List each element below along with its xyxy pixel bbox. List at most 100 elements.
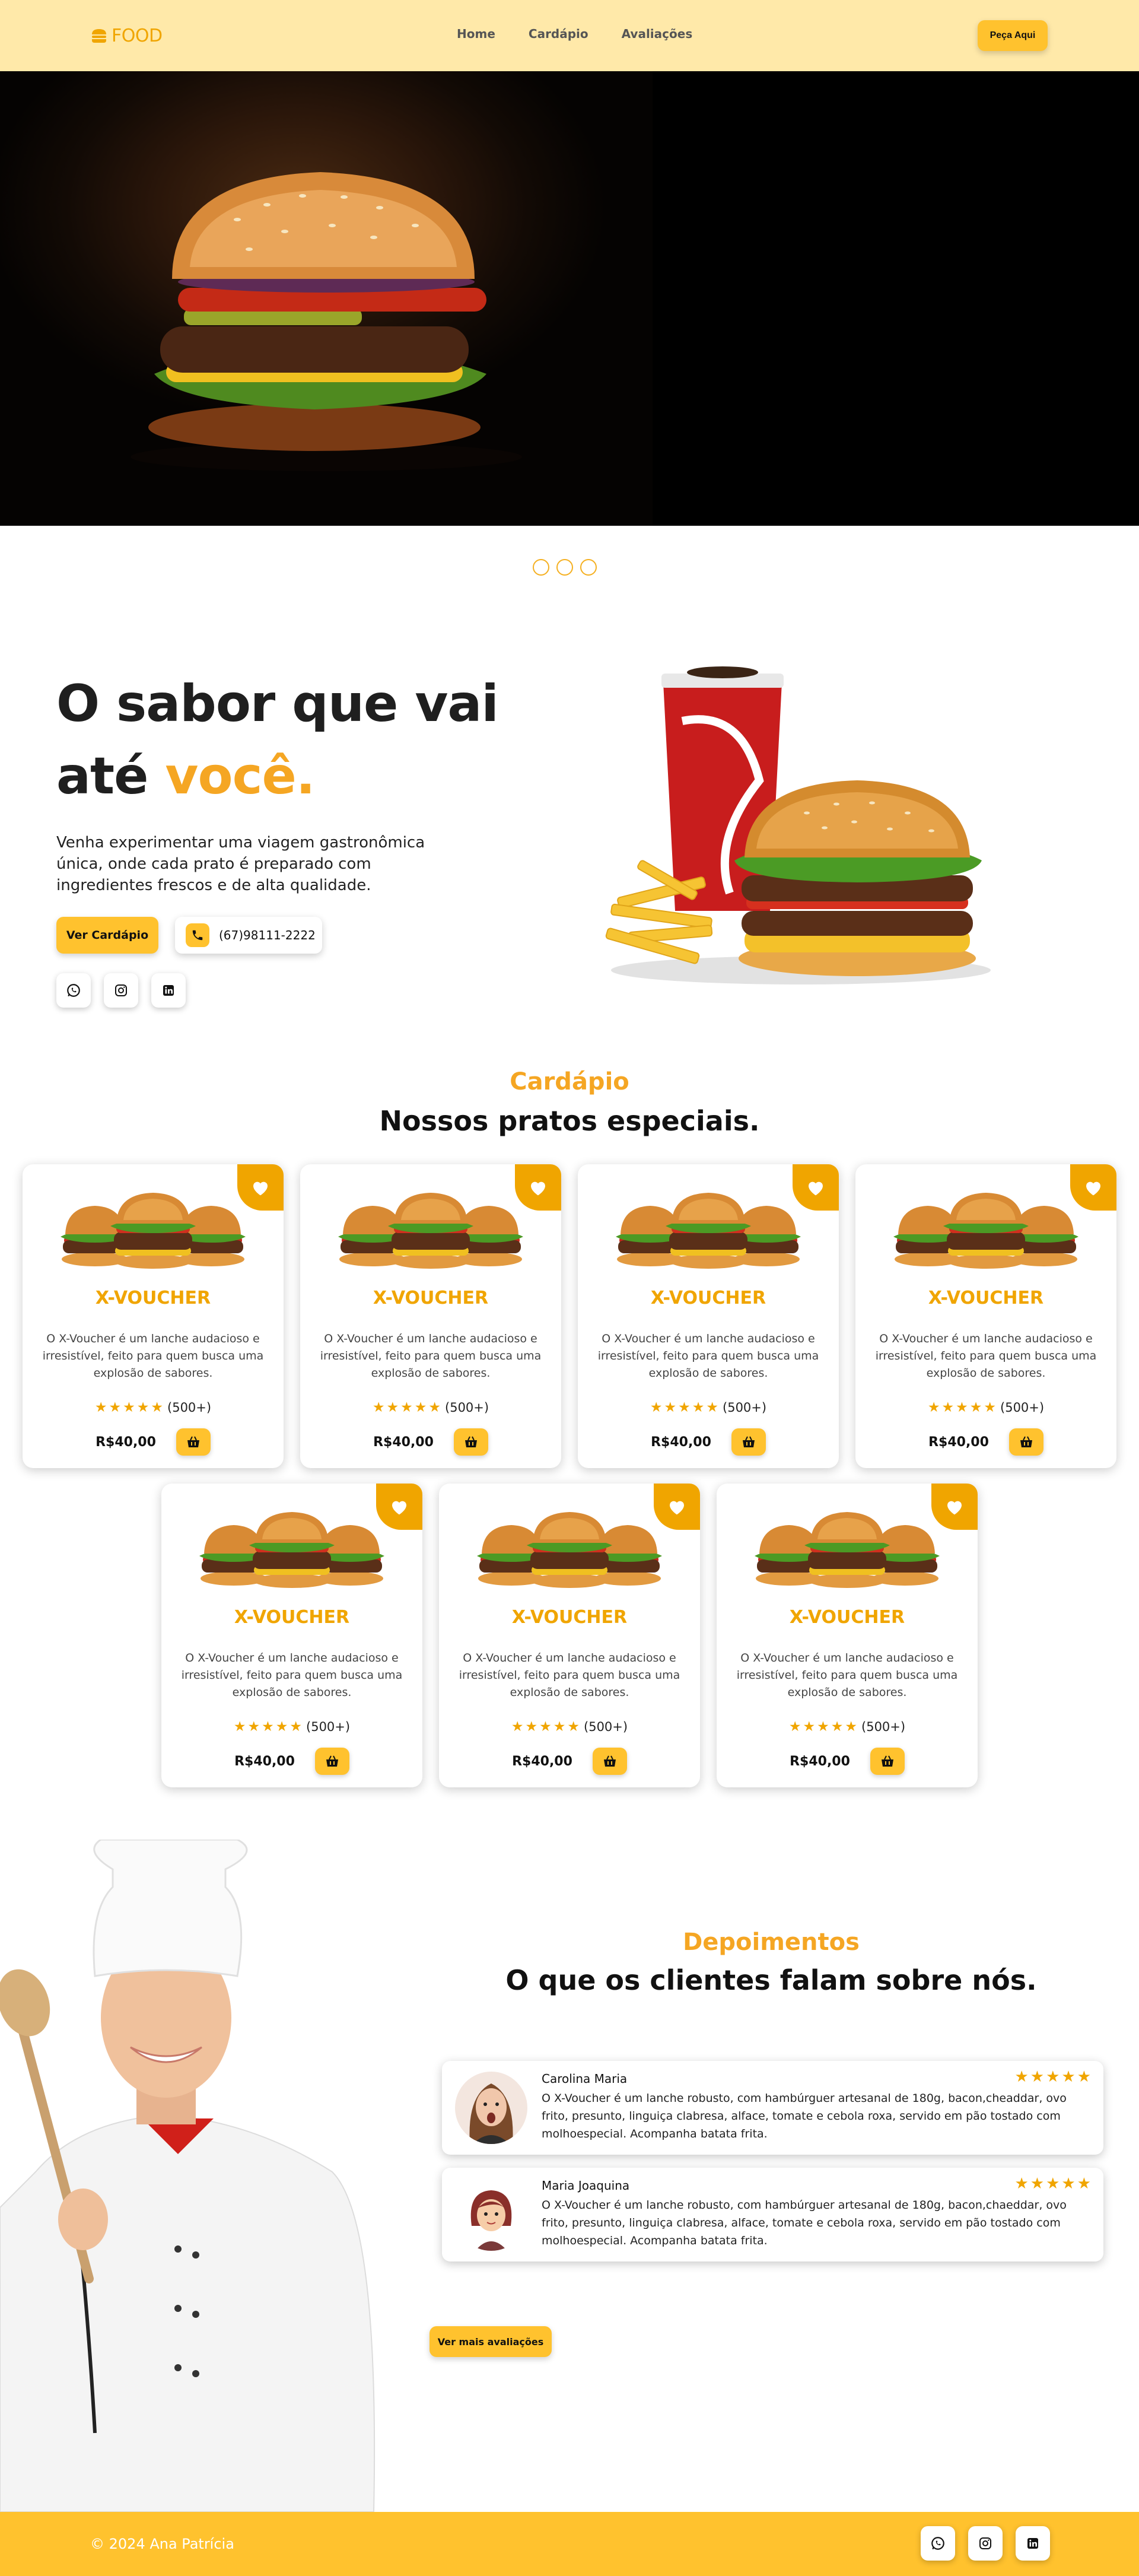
item-price: R$40,00 (790, 1754, 850, 1769)
basket-icon (1019, 1435, 1033, 1449)
rating-stars: ★★★★★ (94, 1400, 166, 1415)
add-to-cart-button[interactable] (731, 1428, 766, 1456)
phone-number: (67)98111-2222 (219, 928, 316, 942)
review-stars: ★★★★★ (1014, 2175, 1093, 2193)
add-to-cart-button[interactable] (1008, 1428, 1043, 1456)
whatsapp-icon[interactable] (56, 973, 91, 1008)
page: FOOD Home Cardápio Avaliações Peça Aqui (0, 0, 1139, 2576)
item-rating: ★★★★★ (500+) (578, 1400, 839, 1415)
order-button[interactable]: Peça Aqui (978, 20, 1048, 51)
carousel-dot[interactable] (533, 559, 549, 576)
item-name: X-VOUCHER (234, 1607, 350, 1628)
menu-card[interactable]: X-VOUCHER O X-Voucher é um lanche audacio… (855, 1164, 1116, 1468)
item-rating: ★★★★★ (500+) (161, 1719, 422, 1735)
item-name: X-VOUCHER (511, 1607, 628, 1628)
price-row: R$40,00 (578, 1428, 839, 1456)
menu-subtitle: Cardápio (510, 1068, 629, 1095)
more-reviews-button[interactable]: Ver mais avaliações (429, 2326, 552, 2357)
item-description: O X-Voucher é um lanche audacioso e irre… (597, 1332, 819, 1380)
add-to-cart-button[interactable] (870, 1748, 905, 1775)
combo-image (605, 666, 991, 984)
review-text: O X-Voucher é um lanche robusto, com ham… (542, 2092, 1067, 2140)
menu-card[interactable]: X-VOUCHER O X-Voucher é um lanche audacio… (300, 1164, 561, 1468)
carousel-dot[interactable] (580, 559, 597, 576)
item-price: R$40,00 (512, 1754, 572, 1769)
basket-icon (186, 1435, 201, 1449)
burger-image (615, 1193, 802, 1272)
menu-card[interactable]: X-VOUCHER O X-Voucher é um lanche audacio… (161, 1484, 422, 1787)
menu-card[interactable]: X-VOUCHER O X-Voucher é um lanche audacio… (23, 1164, 284, 1468)
reviewer-name: Carolina Maria (542, 2072, 628, 2086)
rating-count: (500+) (167, 1400, 212, 1415)
burger-image (337, 1193, 524, 1272)
item-description: O X-Voucher é um lanche audacioso e irre… (736, 1651, 958, 1699)
instagram-icon[interactable] (968, 2526, 1003, 2561)
basket-icon (325, 1755, 339, 1768)
add-to-cart-button[interactable] (176, 1428, 211, 1456)
basket-icon (742, 1435, 756, 1449)
item-name: X-VOUCHER (373, 1288, 489, 1308)
intro-title-line2: até (56, 747, 166, 806)
instagram-icon[interactable] (104, 973, 138, 1008)
menu-card[interactable]: X-VOUCHER O X-Voucher é um lanche audacio… (578, 1164, 839, 1468)
item-rating: ★★★★★ (500+) (300, 1400, 561, 1415)
nav-home[interactable]: Home (457, 27, 495, 41)
review-stars: ★★★★★ (1014, 2068, 1093, 2086)
logo[interactable]: FOOD (90, 24, 163, 47)
phone-contact[interactable]: (67)98111-2222 (175, 917, 322, 954)
price-row: R$40,00 (300, 1428, 561, 1456)
nav-avaliacoes[interactable]: Avaliações (622, 27, 693, 41)
header: FOOD Home Cardápio Avaliações Peça Aqui (0, 0, 1139, 71)
linkedin-icon[interactable] (151, 973, 186, 1008)
item-rating: ★★★★★ (500+) (23, 1400, 284, 1415)
item-rating: ★★★★★ (500+) (855, 1400, 1116, 1415)
see-menu-button[interactable]: Ver Cardápio (56, 917, 158, 954)
intro-text: Venha experimentar uma viagem gastronômi… (56, 834, 425, 894)
basket-icon (603, 1755, 617, 1768)
burger-image (753, 1512, 941, 1592)
price-row: R$40,00 (855, 1428, 1116, 1456)
rating-count: (500+) (1000, 1400, 1045, 1415)
testimonials-subtitle: Depoimentos (683, 1929, 860, 1956)
intro-title-accent: você. (165, 747, 315, 806)
add-to-cart-button[interactable] (314, 1748, 349, 1775)
intro-title-line1: O sabor que vai (56, 674, 499, 733)
price-row: R$40,00 (717, 1748, 978, 1775)
burger-logo-icon (92, 29, 106, 43)
nav-cardapio[interactable]: Cardápio (529, 27, 588, 41)
item-description: O X-Voucher é um lanche audacioso e irre… (320, 1332, 542, 1380)
footer-social-links (921, 2526, 1050, 2561)
linkedin-icon[interactable] (1016, 2526, 1050, 2561)
burger-photo (131, 172, 522, 471)
burger-image (198, 1512, 386, 1592)
price-row: R$40,00 (161, 1748, 422, 1775)
item-name: X-VOUCHER (650, 1288, 766, 1308)
menu-title: Nossos pratos especiais. (379, 1105, 760, 1137)
rating-stars: ★★★★★ (788, 1719, 860, 1735)
item-name: X-VOUCHER (789, 1607, 905, 1628)
review-card: Carolina Maria ★★★★★ O X-Voucher é um la… (442, 2061, 1103, 2155)
rating-stars: ★★★★★ (650, 1400, 721, 1415)
item-price: R$40,00 (234, 1754, 295, 1769)
reviewer-name: Maria Joaquina (542, 2178, 630, 2193)
item-rating: ★★★★★ (500+) (439, 1719, 700, 1735)
testimonials-title: O que os clientes falam sobre nós. (505, 1964, 1037, 1996)
price-row: R$40,00 (23, 1428, 284, 1456)
menu-card[interactable]: X-VOUCHER O X-Voucher é um lanche audacio… (439, 1484, 700, 1787)
basket-icon (464, 1435, 478, 1449)
intro-title: O sabor que vai até você. (56, 668, 499, 812)
item-name: X-VOUCHER (95, 1288, 211, 1308)
rating-count: (500+) (861, 1720, 906, 1734)
logo-text: FOOD (112, 25, 163, 46)
basket-icon (880, 1755, 895, 1768)
menu-card[interactable]: X-VOUCHER O X-Voucher é um lanche audacio… (717, 1484, 978, 1787)
whatsapp-icon[interactable] (921, 2526, 955, 2561)
item-description: O X-Voucher é um lanche audacioso e irre… (459, 1651, 680, 1699)
item-rating: ★★★★★ (500+) (717, 1719, 978, 1735)
carousel-dot[interactable] (556, 559, 573, 576)
rating-stars: ★★★★★ (927, 1400, 998, 1415)
add-to-cart-button[interactable] (453, 1428, 488, 1456)
item-price: R$40,00 (96, 1434, 156, 1450)
item-price: R$40,00 (373, 1434, 434, 1450)
add-to-cart-button[interactable] (592, 1748, 627, 1775)
